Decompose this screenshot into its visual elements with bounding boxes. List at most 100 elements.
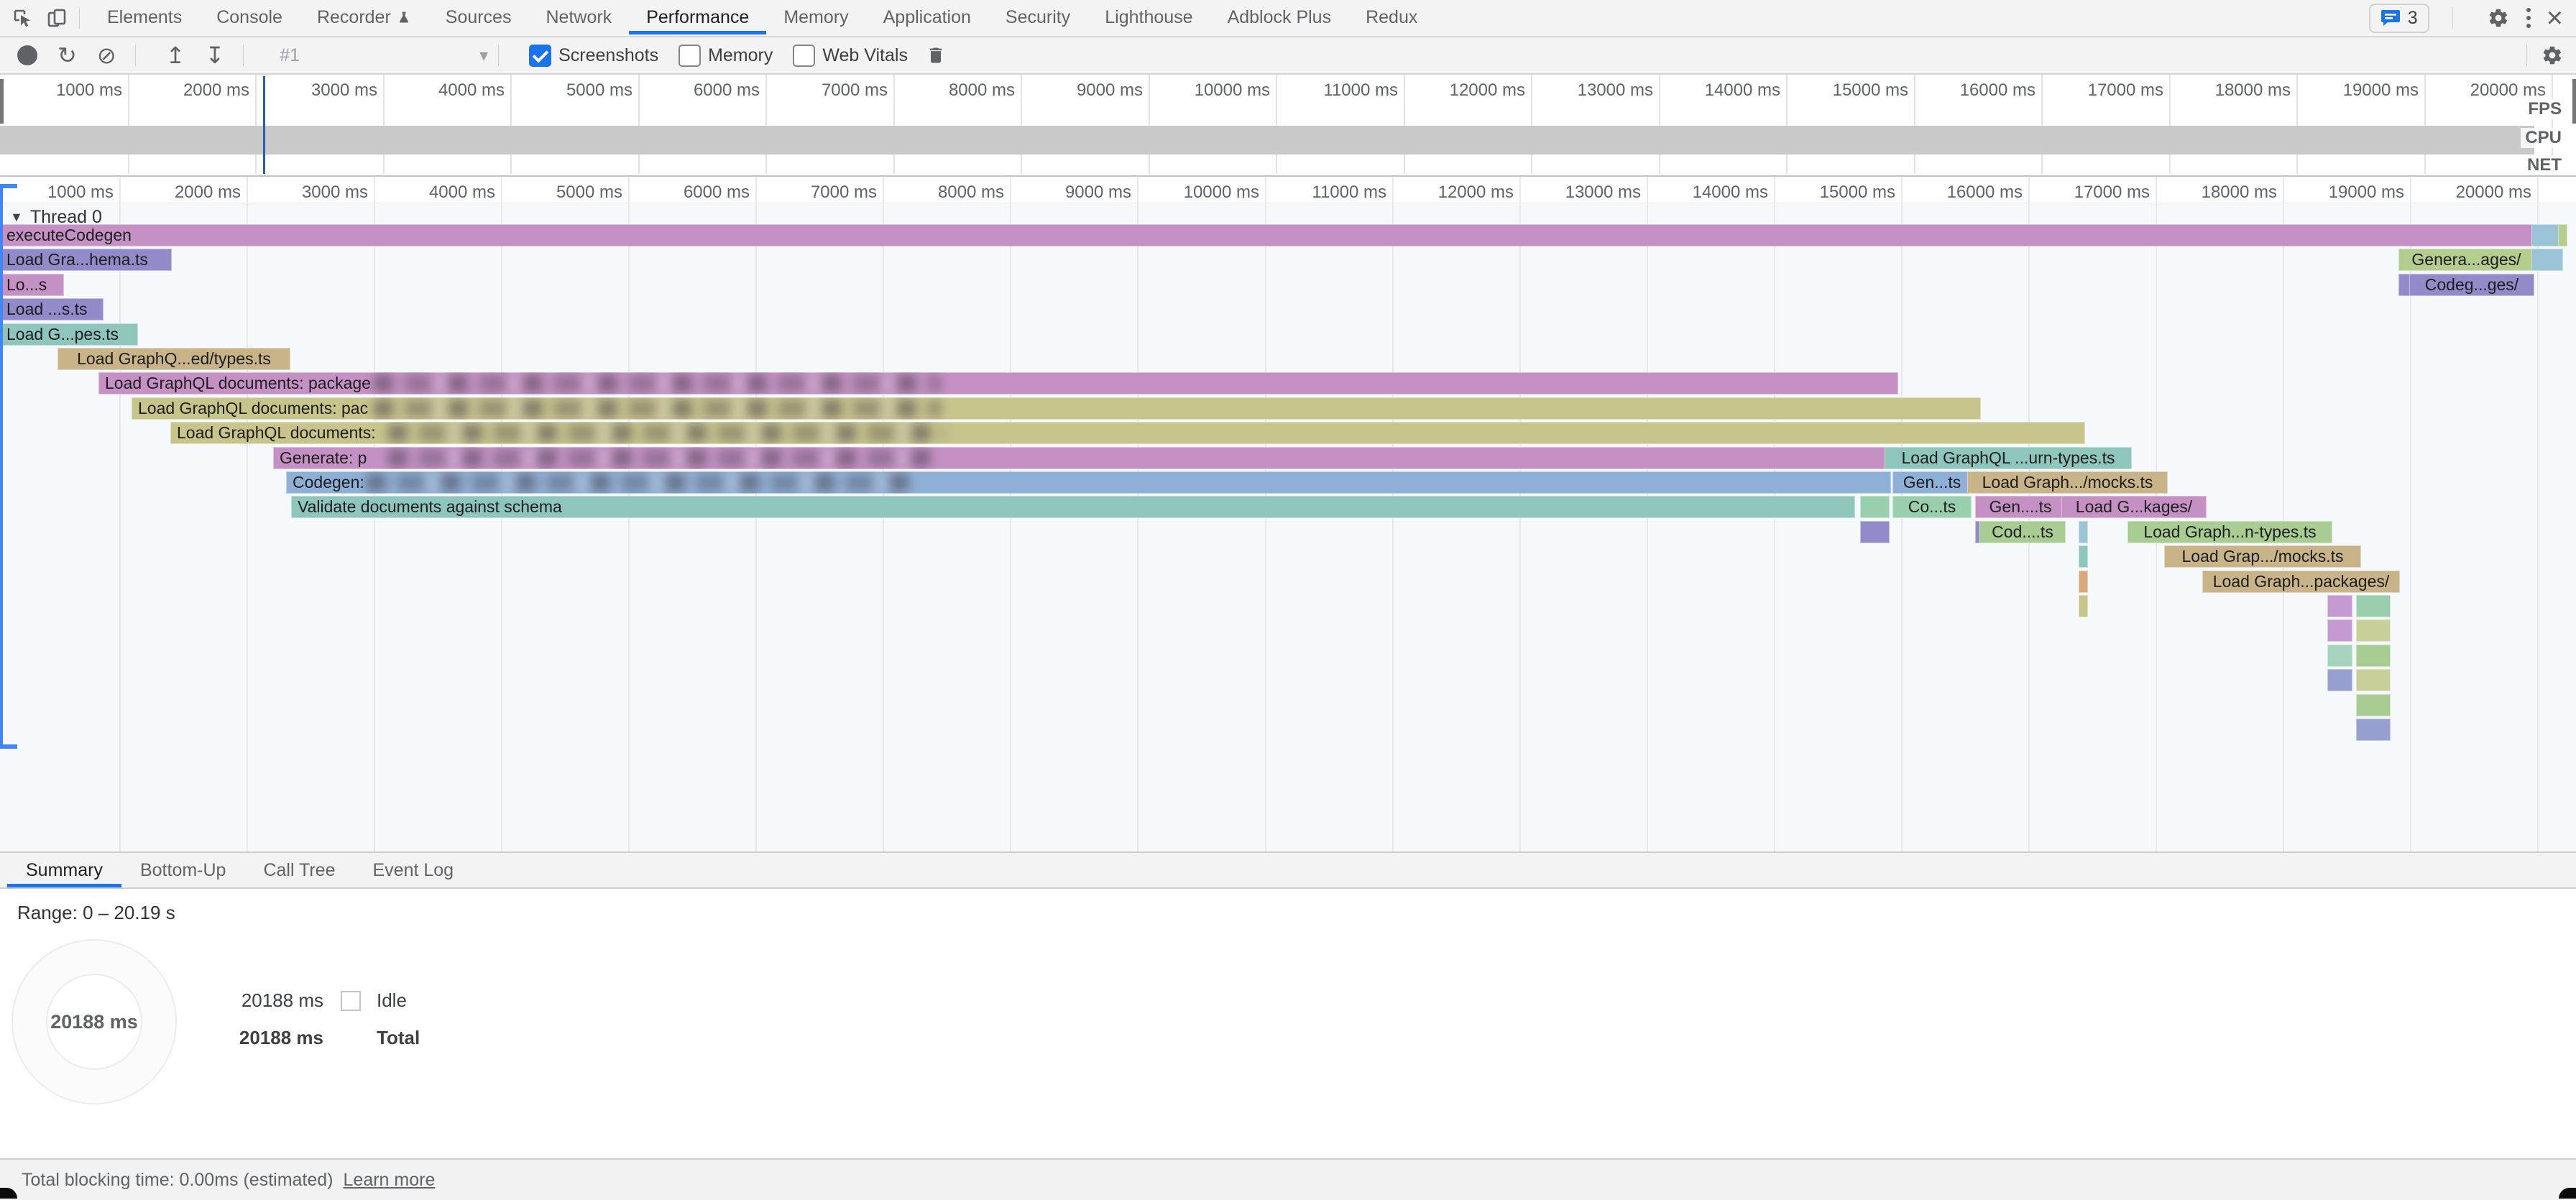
record-button[interactable]: [17, 45, 37, 65]
memory-checkbox[interactable]: [678, 45, 701, 67]
lane-label-fps: FPS: [2524, 99, 2566, 119]
toolbar-divider: [135, 45, 136, 66]
flame-bar-generate-p[interactable]: Generate: p: [273, 447, 1888, 469]
panel-tab-security[interactable]: Security: [988, 0, 1087, 34]
flame-chart[interactable]: 1000 ms2000 ms3000 ms4000 ms5000 ms6000 …: [0, 177, 2576, 851]
flame-bar-load-graphql-documents-pac[interactable]: Load GraphQL documents: pac: [132, 397, 1981, 420]
flame-bar-validate-documents-against-schema[interactable]: Validate documents against schema: [291, 496, 1855, 518]
idle-value: 20188 ms: [216, 989, 323, 1012]
panel-tab-elements[interactable]: Elements: [90, 0, 199, 34]
flame-bar-label: Co...ts: [1908, 497, 1956, 516]
flame-bar-lo-s[interactable]: Lo...s: [0, 274, 64, 296]
flame-bar-codeg-ges-[interactable]: Codeg...ges/: [2409, 274, 2534, 296]
redacted-text: [367, 474, 913, 491]
web-vitals-checkbox[interactable]: [793, 45, 815, 67]
flame-bar-label: Load Gra...hema.ts: [6, 250, 148, 269]
panel-tab-network[interactable]: Network: [529, 0, 630, 34]
close-devtools-icon[interactable]: ×: [2547, 4, 2563, 32]
flame-bar[interactable]: [2079, 545, 2088, 568]
flame-bar-load-gra-hema-ts[interactable]: Load Gra...hema.ts: [0, 249, 172, 271]
flame-bar-load-grap-mocks-ts[interactable]: Load Grap.../mocks.ts: [2164, 545, 2361, 568]
flame-bar-load-s-ts[interactable]: Load ...s.ts: [0, 298, 104, 320]
panel-tab-performance[interactable]: Performance: [629, 0, 766, 34]
details-tab-event-log[interactable]: Event Log: [354, 853, 473, 887]
flame-bar[interactable]: [2079, 595, 2088, 617]
capture-settings-gear-icon[interactable]: [2540, 43, 2564, 68]
flame-bar-codegen-[interactable]: Codegen:: [286, 471, 1891, 494]
flame-bar[interactable]: [2327, 619, 2352, 642]
flame-bar-load-graph-packages-[interactable]: Load Graph...packages/: [2202, 571, 2400, 593]
flame-bar[interactable]: [2558, 224, 2567, 246]
more-options-kebab-icon[interactable]: [2524, 5, 2534, 31]
flame-bar-label: Lo...s: [6, 275, 47, 294]
flame-bar-label: Load GraphQL documents: pac: [138, 399, 368, 417]
flame-bar[interactable]: [2356, 595, 2391, 617]
flame-bar-label: Load Graph.../mocks.ts: [1982, 473, 2153, 491]
load-profile-icon[interactable]: ↥: [166, 44, 185, 67]
flame-bar[interactable]: [2327, 595, 2352, 617]
total-value: 20188 ms: [216, 1027, 323, 1049]
save-profile-icon[interactable]: ↧: [205, 44, 224, 67]
details-tab-summary[interactable]: Summary: [7, 853, 121, 887]
flame-bar[interactable]: [2356, 669, 2391, 691]
flame-bar-genera-ages-[interactable]: Genera...ages/: [2398, 249, 2534, 271]
flame-bar-co-ts[interactable]: Co...ts: [1892, 496, 1972, 518]
timeline-overview[interactable]: 1000 ms2000 ms3000 ms4000 ms5000 ms6000 …: [0, 75, 2576, 177]
panel-tab-sources[interactable]: Sources: [428, 0, 529, 34]
flame-bar[interactable]: [2327, 669, 2352, 691]
panel-tab-lighthouse[interactable]: Lighthouse: [1087, 0, 1210, 34]
panel-tab-recorder[interactable]: Recorder: [300, 0, 428, 34]
flame-bar-executecodegen[interactable]: executeCodegen: [0, 224, 2535, 246]
flame-bar-label: Load G...kages/: [2076, 497, 2192, 516]
flame-bar-load-graphql-documents-[interactable]: Load GraphQL documents:: [170, 422, 2085, 444]
flame-bar[interactable]: [2327, 645, 2352, 667]
panel-tab-label: Console: [216, 7, 282, 28]
flame-bar-cod-ts[interactable]: Cod....ts: [1979, 521, 2066, 543]
flame-bar-load-g-kages-[interactable]: Load G...kages/: [2061, 496, 2207, 518]
details-tab-bottom-up[interactable]: Bottom-Up: [121, 853, 244, 887]
history-dropdown[interactable]: #1: [280, 45, 300, 66]
overview-left-handle[interactable]: [0, 79, 4, 124]
panel-tab-adblock-plus[interactable]: Adblock Plus: [1210, 0, 1349, 34]
garbage-collect-icon[interactable]: [924, 43, 948, 68]
flame-bar[interactable]: [1860, 521, 1890, 543]
flame-bar-gen-ts[interactable]: Gen....ts: [1975, 496, 2066, 518]
checkbox-label[interactable]: Web Vitals: [822, 45, 908, 66]
flame-bar-load-graphql-urn-types-ts[interactable]: Load GraphQL ...urn-types.ts: [1885, 447, 2132, 469]
flame-bar[interactable]: [2079, 571, 2088, 593]
flame-bar[interactable]: [1860, 496, 1890, 518]
flame-tick-label: 10000 ms: [1137, 183, 1259, 203]
panel-tab-redux[interactable]: Redux: [1348, 0, 1435, 34]
history-dropdown-caret-icon[interactable]: ▾: [479, 45, 488, 66]
flame-bar-load-graph-mocks-ts[interactable]: Load Graph.../mocks.ts: [1967, 471, 2168, 494]
flame-bar[interactable]: [2531, 249, 2563, 271]
flame-bar-load-graph-n-types-ts[interactable]: Load Graph...n-types.ts: [2128, 521, 2332, 543]
total-label: Total: [377, 1027, 420, 1049]
flame-bar-load-graphq-ed-types-ts[interactable]: Load GraphQ...ed/types.ts: [58, 348, 290, 370]
flame-bar[interactable]: [2079, 521, 2088, 543]
checkbox-label[interactable]: Screenshots: [558, 45, 658, 66]
flame-bar[interactable]: [2356, 619, 2391, 642]
settings-gear-icon[interactable]: [2486, 6, 2511, 30]
panel-tab-console[interactable]: Console: [199, 0, 300, 34]
flame-tick-label: 17000 ms: [2028, 183, 2150, 203]
learn-more-link[interactable]: Learn more: [344, 1170, 436, 1191]
device-toolbar-icon[interactable]: [45, 6, 69, 30]
panel-tab-memory[interactable]: Memory: [766, 0, 865, 34]
screenshots-checkbox[interactable]: [529, 45, 551, 67]
panel-tab-application[interactable]: Application: [866, 0, 988, 34]
reload-and-record-icon[interactable]: ↻: [58, 44, 77, 67]
clear-recording-icon[interactable]: ⊘: [97, 44, 116, 67]
inspect-element-icon[interactable]: [10, 6, 34, 30]
issues-badge-button[interactable]: 3: [2369, 4, 2429, 33]
checkbox-label[interactable]: Memory: [708, 45, 773, 66]
overview-right-handle[interactable]: [2572, 79, 2576, 124]
flame-bar[interactable]: [2356, 645, 2391, 667]
flame-bar-load-g-pes-ts[interactable]: Load G...pes.ts: [0, 323, 138, 346]
flame-bar[interactable]: [2356, 694, 2391, 716]
flame-bar[interactable]: [2356, 719, 2391, 741]
flame-bar-load-graphql-documents-package[interactable]: Load GraphQL documents: package: [98, 372, 1898, 394]
details-tab-call-tree[interactable]: Call Tree: [244, 853, 354, 887]
panel-tab-label: Performance: [646, 7, 749, 28]
flame-bar-gen-ts[interactable]: Gen...ts: [1892, 471, 1972, 494]
